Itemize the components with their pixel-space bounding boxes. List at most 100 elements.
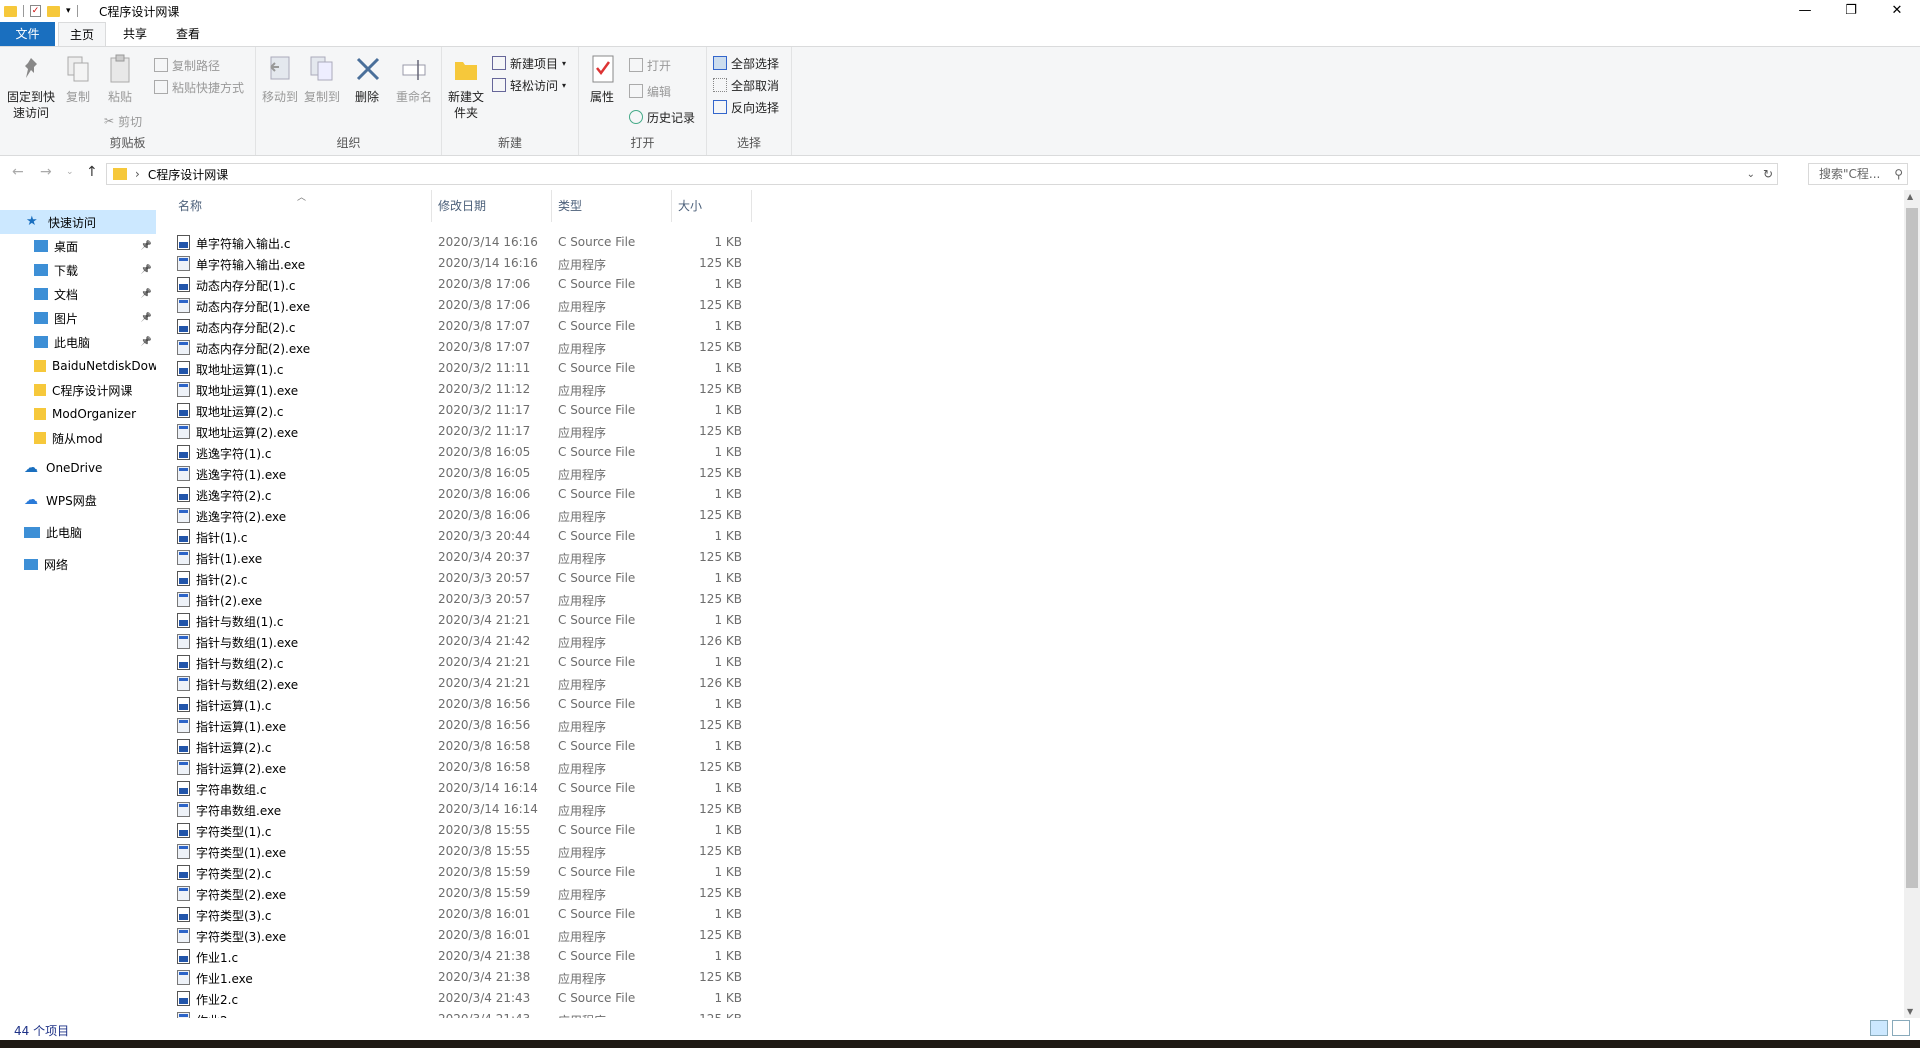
customize-dropdown-icon[interactable]: ▾	[66, 6, 71, 16]
open-button[interactable]: 打开	[629, 55, 671, 75]
address-dropdown-icon[interactable]: ⌄	[1747, 169, 1755, 180]
file-row[interactable]: 逃逸字符(2).exe 2020/3/8 16:06 应用程序 125 KB	[172, 505, 752, 526]
rename-button[interactable]: 重命名	[394, 53, 434, 105]
search-input[interactable]: 搜索"C程... ⚲	[1808, 163, 1908, 185]
copy-button[interactable]: 复制	[62, 53, 94, 105]
select-none-button[interactable]: 全部取消	[713, 75, 779, 95]
file-row[interactable]: 取地址运算(1).c 2020/3/2 11:11 C Source File 1 K…	[172, 358, 752, 379]
file-row[interactable]: 字符类型(2).c 2020/3/8 15:59 C Source File 1 KB	[172, 862, 752, 883]
close-button[interactable]: ✕	[1874, 0, 1920, 22]
file-row[interactable]: 字符类型(1).exe 2020/3/8 15:55 应用程序 125 KB	[172, 841, 752, 862]
file-row[interactable]: 指针(1).exe 2020/3/4 20:37 应用程序 125 KB	[172, 547, 752, 568]
file-row[interactable]: 动态内存分配(1).exe 2020/3/8 17:06 应用程序 125 KB	[172, 295, 752, 316]
file-row[interactable]: 字符类型(2).exe 2020/3/8 15:59 应用程序 125 KB	[172, 883, 752, 904]
file-row[interactable]: 字符串数组.c 2020/3/14 16:14 C Source File 1 KB	[172, 778, 752, 799]
file-row[interactable]: 动态内存分配(2).exe 2020/3/8 17:07 应用程序 125 KB	[172, 337, 752, 358]
refresh-icon[interactable]: ↻	[1763, 167, 1773, 181]
copy-to-button[interactable]: 复制到	[302, 53, 342, 105]
pin-icon[interactable]: 📌	[141, 265, 152, 275]
recent-dropdown-icon[interactable]: ⌄	[66, 167, 74, 177]
pin-icon[interactable]: 📌	[141, 289, 152, 299]
properties-button[interactable]: 属性	[587, 53, 617, 105]
file-row[interactable]: 作业2.c 2020/3/4 21:43 C Source File 1 KB	[172, 988, 752, 1009]
file-row[interactable]: 字符类型(3).exe 2020/3/8 16:01 应用程序 125 KB	[172, 925, 752, 946]
minimize-button[interactable]: —	[1782, 0, 1828, 22]
scroll-up-icon[interactable]: ▲	[1907, 192, 1913, 201]
vertical-scrollbar[interactable]: ▲ ▼	[1904, 190, 1920, 1018]
easy-access-button[interactable]: 轻松访问 ▾	[492, 75, 566, 95]
tab-share[interactable]: 共享	[115, 22, 155, 46]
cut-button[interactable]: ✂ 剪切	[104, 111, 142, 131]
copy-path-button[interactable]: 复制路径	[154, 55, 220, 75]
invert-selection-button[interactable]: 反向选择	[713, 97, 779, 117]
file-row[interactable]: 逃逸字符(2).c 2020/3/8 16:06 C Source File 1 KB	[172, 484, 752, 505]
delete-button[interactable]: 删除	[352, 53, 382, 105]
nav-onedrive[interactable]: ☁ OneDrive	[0, 456, 156, 480]
file-row[interactable]: 单字符输入输出.c 2020/3/14 16:16 C Source File 1 K…	[172, 232, 752, 253]
history-button[interactable]: 历史记录	[629, 107, 695, 127]
nav-item[interactable]: BaiduNetdiskDow	[0, 354, 156, 378]
file-row[interactable]: 单字符输入输出.exe 2020/3/14 16:16 应用程序 125 KB	[172, 253, 752, 274]
nav-item[interactable]: 桌面 📌	[0, 234, 156, 258]
file-row[interactable]: 逃逸字符(1).c 2020/3/8 16:05 C Source File 1 KB	[172, 442, 752, 463]
pin-quick-access-button[interactable]: 固定到快速访问	[4, 53, 58, 121]
file-row[interactable]: 作业2.exe2020/3/4 21:43应用程序125 KB	[172, 1009, 752, 1018]
nav-quick-access[interactable]: ★ 快速访问	[0, 210, 156, 234]
nav-item[interactable]: 随从mod	[0, 426, 156, 450]
nav-network[interactable]: 网络	[0, 552, 156, 576]
file-row[interactable]: 字符串数组.exe 2020/3/14 16:14 应用程序 125 KB	[172, 799, 752, 820]
file-row[interactable]: 指针运算(2).c 2020/3/8 16:58 C Source File 1 KB	[172, 736, 752, 757]
file-row[interactable]: 取地址运算(1).exe 2020/3/2 11:12 应用程序 125 KB	[172, 379, 752, 400]
maximize-button[interactable]: ❐	[1828, 0, 1874, 22]
file-row[interactable]: 指针运算(1).c 2020/3/8 16:56 C Source File 1 KB	[172, 694, 752, 715]
scroll-down-icon[interactable]: ▼	[1907, 1007, 1913, 1016]
file-row[interactable]: 动态内存分配(1).c 2020/3/8 17:06 C Source File 1 …	[172, 274, 752, 295]
back-arrow-icon[interactable]: ←	[12, 164, 24, 180]
file-row[interactable]: 字符类型(1).c 2020/3/8 15:55 C Source File 1 KB	[172, 820, 752, 841]
nav-item[interactable]: ModOrganizer	[0, 402, 156, 426]
pin-icon[interactable]: 📌	[141, 313, 152, 323]
file-row[interactable]: 取地址运算(2).exe 2020/3/2 11:17 应用程序 125 KB	[172, 421, 752, 442]
pin-icon[interactable]: 📌	[141, 337, 152, 347]
edit-button[interactable]: 编辑	[629, 81, 671, 101]
file-row[interactable]: 作业1.c 2020/3/4 21:38 C Source File 1 KB	[172, 946, 752, 967]
tab-file[interactable]: 文件	[0, 22, 55, 46]
column-header-date[interactable]: 修改日期	[432, 190, 552, 222]
file-row[interactable]: 指针与数组(1).exe 2020/3/4 21:42 应用程序 126 KB	[172, 631, 752, 652]
new-folder-icon[interactable]	[47, 5, 60, 17]
nav-wps[interactable]: ☁ WPS网盘	[0, 488, 156, 512]
nav-item[interactable]: 文档 📌	[0, 282, 156, 306]
nav-item[interactable]: C程序设计网课	[0, 378, 156, 402]
file-row[interactable]: 作业1.exe 2020/3/4 21:38 应用程序 125 KB	[172, 967, 752, 988]
forward-arrow-icon[interactable]: →	[40, 164, 52, 180]
tab-view[interactable]: 查看	[168, 22, 208, 46]
file-row[interactable]: 指针与数组(2).exe 2020/3/4 21:21 应用程序 126 KB	[172, 673, 752, 694]
scrollbar-thumb[interactable]	[1906, 208, 1918, 888]
large-icons-view-icon[interactable]	[1892, 1020, 1910, 1036]
nav-this-pc[interactable]: 此电脑	[0, 520, 156, 544]
paste-button[interactable]: 粘贴	[102, 53, 138, 105]
file-row[interactable]: 逃逸字符(1).exe 2020/3/8 16:05 应用程序 125 KB	[172, 463, 752, 484]
new-folder-button[interactable]: 新建文件夹	[446, 53, 486, 121]
file-row[interactable]: 指针(1).c 2020/3/3 20:44 C Source File 1 KB	[172, 526, 752, 547]
new-item-button[interactable]: 新建项目 ▾	[492, 53, 566, 73]
nav-item[interactable]: 下载 📌	[0, 258, 156, 282]
details-view-icon[interactable]	[1870, 1020, 1888, 1036]
file-row[interactable]: 指针与数组(2).c 2020/3/4 21:21 C Source File 1 K…	[172, 652, 752, 673]
tab-home[interactable]: 主页	[58, 22, 106, 46]
file-row[interactable]: 指针运算(2).exe 2020/3/8 16:58 应用程序 125 KB	[172, 757, 752, 778]
pin-icon[interactable]: 📌	[141, 241, 152, 251]
nav-item[interactable]: 此电脑 📌	[0, 330, 156, 354]
address-input[interactable]: › C程序设计网课 ⌄ ↻	[106, 163, 1778, 185]
file-row[interactable]: 指针运算(1).exe 2020/3/8 16:56 应用程序 125 KB	[172, 715, 752, 736]
file-row[interactable]: 动态内存分配(2).c 2020/3/8 17:07 C Source File 1 …	[172, 316, 752, 337]
column-header-size[interactable]: 大小	[672, 190, 752, 222]
file-row[interactable]: 取地址运算(2).c 2020/3/2 11:17 C Source File 1 K…	[172, 400, 752, 421]
file-row[interactable]: 指针(2).c 2020/3/3 20:57 C Source File 1 KB	[172, 568, 752, 589]
file-row[interactable]: 指针与数组(1).c 2020/3/4 21:21 C Source File 1 K…	[172, 610, 752, 631]
column-header-type[interactable]: 类型	[552, 190, 672, 222]
paste-shortcut-button[interactable]: 粘贴快捷方式	[154, 77, 244, 97]
up-arrow-icon[interactable]: ↑	[86, 164, 98, 180]
file-row[interactable]: 字符类型(3).c 2020/3/8 16:01 C Source File 1 KB	[172, 904, 752, 925]
select-all-button[interactable]: 全部选择	[713, 53, 779, 73]
